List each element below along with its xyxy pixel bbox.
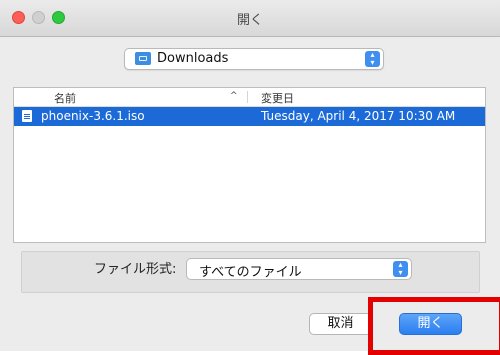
chevron-updown-icon: ▴ ▾ (365, 51, 380, 67)
sort-ascending-icon[interactable]: ^ (230, 91, 238, 101)
format-value: すべてのファイル (199, 265, 302, 280)
document-icon (22, 110, 32, 122)
open-dialog: 開く Downloads ▴ ▾ 名前 ^ 変更日 phoenix-3.6.1.i… (0, 0, 500, 355)
folder-icon (135, 52, 151, 65)
date-column-header[interactable]: 変更日 (261, 90, 294, 106)
file-name: phoenix-3.6.1.iso (41, 109, 145, 123)
highlight-box (368, 297, 500, 355)
name-column-header[interactable]: 名前 (54, 90, 76, 106)
location-label: Downloads (157, 51, 229, 66)
file-row[interactable]: phoenix-3.6.1.iso Tuesday, April 4, 2017… (14, 107, 485, 126)
location-popup[interactable]: Downloads ▴ ▾ (124, 48, 384, 70)
file-date: Tuesday, April 4, 2017 10:30 AM (261, 109, 456, 123)
file-browser[interactable]: 名前 ^ 変更日 phoenix-3.6.1.iso Tuesday, Apri… (13, 87, 486, 243)
cancel-button[interactable]: 取消 (309, 313, 372, 335)
column-divider[interactable] (247, 91, 248, 103)
window-title: 開く (236, 13, 263, 28)
title-bar: 開く (0, 0, 500, 37)
format-label: ファイル形式: (94, 262, 177, 277)
format-select[interactable]: すべてのファイル ▴ ▾ (186, 258, 412, 280)
column-header: 名前 ^ 変更日 (14, 88, 485, 107)
chevron-updown-icon: ▴ ▾ (393, 261, 408, 277)
